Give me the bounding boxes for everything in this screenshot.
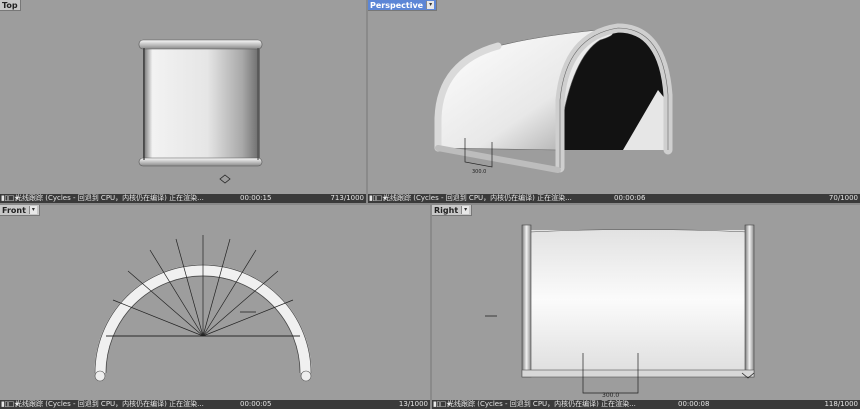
render-progress: 70/1000	[828, 194, 858, 202]
viewport-perspective[interactable]: Perspective ▾ 300.0 ▮▯□★ 光线跟踪 (Cycles - …	[368, 0, 860, 203]
render-progress: 13/1000	[398, 400, 428, 408]
status-bar-front: ▮▯□★ 光线跟踪 (Cycles - 回退到 CPU，内核仍在编译) 正在渲染…	[0, 400, 430, 409]
dimension-value: 300.0	[472, 169, 486, 175]
render-time: 00:00:05	[240, 400, 272, 408]
right-view-canvas: 300.0	[485, 224, 755, 399]
render-progress: 713/1000	[330, 194, 364, 202]
perspective-canvas: 300.0	[434, 23, 673, 175]
render-engine-label: 光线跟踪 (Cycles - 回退到 CPU，内核仍在编译) 正在渲染...	[383, 194, 572, 202]
top-rim-upper	[138, 39, 263, 50]
top-body	[143, 45, 260, 162]
top-marker	[219, 174, 231, 184]
right-body	[530, 230, 748, 370]
front-view-canvas	[94, 235, 312, 382]
viewport-top[interactable]: Top ▮▯□★ 光线跟踪 (Cycles - 回退到 CPU，内核仍在编译) …	[0, 0, 366, 203]
right-post-right	[744, 224, 755, 378]
arch-foot-right	[300, 370, 312, 382]
top-view-canvas	[138, 39, 263, 184]
render-time: 00:00:15	[240, 194, 272, 202]
viewport-front[interactable]: Front ▾ ▮▯□★ 光线跟踪 (Cycles - 回退到 CPU，内核仍在…	[0, 205, 430, 409]
status-bar-right: ▮▯□★ 光线跟踪 (Cycles - 回退到 CPU，内核仍在编译) 正在渲染…	[432, 400, 860, 409]
render-engine-label: 光线跟踪 (Cycles - 回退到 CPU，内核仍在编译) 正在渲染...	[15, 400, 204, 408]
render-engine-label: 光线跟踪 (Cycles - 回退到 CPU，内核仍在编译) 正在渲染...	[447, 400, 636, 408]
status-bar-top: ▮▯□★ 光线跟踪 (Cycles - 回退到 CPU，内核仍在编译) 正在渲染…	[0, 194, 366, 203]
right-post-left	[521, 224, 532, 378]
dimension-value: 300.0	[602, 392, 619, 399]
arch-ribs	[106, 235, 300, 337]
render-progress: 118/1000	[824, 400, 858, 408]
render-time: 00:00:08	[678, 400, 710, 408]
render-time: 00:00:06	[614, 194, 646, 202]
viewport-right[interactable]: Right ▾ 300.0 ▮▯□★ 光线跟踪 (Cycles - 回退到 CP	[432, 205, 860, 409]
status-bar-perspective: ▮▯□★ 光线跟踪 (Cycles - 回退到 CPU，内核仍在编译) 正在渲染…	[368, 194, 860, 203]
top-rim-lower	[138, 157, 263, 167]
arch-foot-left	[94, 370, 106, 382]
tunnel-base	[435, 145, 561, 173]
render-engine-label: 光线跟踪 (Cycles - 回退到 CPU，内核仍在编译) 正在渲染...	[15, 194, 204, 202]
